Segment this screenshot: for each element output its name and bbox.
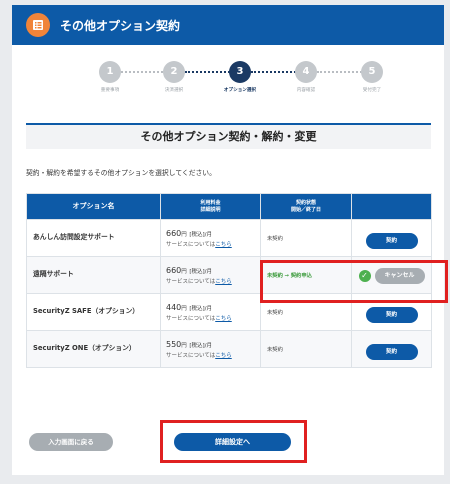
contract-button[interactable]: 契約	[365, 233, 418, 249]
step-2: 2 決済選択	[144, 61, 204, 93]
table-row: SecurityZ ONE（オプション） 550円 [税込]/月 サービスについ…	[26, 330, 432, 368]
status-header-line2: 開始／終了日	[290, 206, 321, 213]
contract-status: 未契約	[267, 236, 283, 242]
price-yen: 円	[181, 231, 187, 238]
price-value: 660	[166, 265, 182, 275]
price-yen: 円	[181, 305, 187, 312]
progress-steps: 1 重要事項 2 決済選択 3 オプション選択 4 内容確認 5 受付完了	[80, 61, 400, 101]
service-details-link[interactable]: こちら	[215, 316, 232, 322]
step-5: 5 受付完了	[342, 61, 402, 93]
step-label: オプション選択	[223, 88, 257, 93]
contract-button[interactable]: 契約	[365, 307, 418, 323]
selected-row-highlight	[260, 260, 448, 303]
option-name: SecurityZ ONE（オプション）	[26, 330, 161, 368]
column-header-action	[351, 193, 432, 220]
service-note: サービスについては	[166, 241, 216, 248]
column-header-status: 契約状態 開始／終了日	[260, 193, 352, 220]
action-cell: 契約	[351, 330, 432, 368]
table-row: あんしん訪問設定サポート 660円 [税込]/月 サービスについてはこちら 未契…	[26, 219, 432, 257]
table-header-row: オプション名 利用料金 詳細説明 契約状態 開始／終了日	[26, 193, 432, 220]
price-cell: 660円 [税込]/月 サービスについてはこちら	[160, 219, 261, 257]
price-tax: [税込]/月	[189, 268, 212, 275]
document-list-icon	[26, 13, 50, 37]
option-name: SecurityZ SAFE（オプション）	[26, 293, 161, 331]
column-header-option: オプション名	[26, 193, 161, 220]
instruction-text: 契約・解約を希望するその他オプションを選択してください。	[26, 169, 216, 177]
contract-status: 未契約	[267, 310, 283, 316]
price-value: 440	[166, 302, 182, 312]
service-note: サービスについては	[166, 315, 216, 322]
price-tax: [税込]/月	[189, 342, 212, 349]
column-header-fee: 利用料金 詳細説明	[160, 193, 261, 220]
back-button[interactable]: 入力画面に戻る	[29, 433, 113, 451]
price-value: 550	[166, 339, 182, 349]
page-title: その他オプション契約	[60, 18, 181, 33]
price-value: 660	[166, 228, 182, 238]
page-header: その他オプション契約	[12, 5, 444, 45]
step-label: 受付完了	[362, 88, 382, 93]
price-yen: 円	[181, 342, 187, 349]
service-note: サービスについては	[166, 352, 216, 359]
status-cell: 未契約	[260, 219, 352, 257]
step-label: 重要事項	[100, 88, 120, 93]
status-header-line1: 契約状態	[295, 199, 316, 206]
section-title: その他オプション契約・解約・変更	[26, 123, 431, 149]
step-number: 4	[295, 61, 317, 83]
fee-header-line1: 利用料金	[200, 199, 221, 206]
main-card: 1 重要事項 2 決済選択 3 オプション選択 4 内容確認 5 受付完了 その…	[12, 45, 448, 475]
next-button-highlight	[160, 420, 307, 463]
price-tax: [税込]/月	[189, 231, 212, 238]
service-details-link[interactable]: こちら	[215, 279, 232, 285]
fee-header-line2: 詳細説明	[200, 206, 221, 213]
step-label: 決済選択	[164, 88, 184, 93]
step-4: 4 内容確認	[276, 61, 336, 93]
price-cell: 660円 [税込]/月 サービスについてはこちら	[160, 256, 261, 294]
price-cell: 440円 [税込]/月 サービスについてはこちら	[160, 293, 261, 331]
step-number: 2	[163, 61, 185, 83]
step-number: 1	[99, 61, 121, 83]
status-cell: 未契約	[260, 330, 352, 368]
service-details-link[interactable]: こちら	[215, 353, 232, 359]
price-tax: [税込]/月	[189, 305, 212, 312]
option-name: あんしん訪問設定サポート	[26, 219, 161, 257]
price-yen: 円	[181, 268, 187, 275]
step-3: 3 オプション選択	[210, 61, 270, 93]
contract-status: 未契約	[267, 347, 283, 353]
action-cell: 契約	[351, 219, 432, 257]
service-note: サービスについては	[166, 278, 216, 285]
step-label: 内容確認	[296, 88, 316, 93]
service-details-link[interactable]: こちら	[215, 242, 232, 248]
contract-button[interactable]: 契約	[365, 344, 418, 360]
step-1: 1 重要事項	[80, 61, 140, 93]
step-number: 5	[361, 61, 383, 83]
step-number: 3	[229, 61, 251, 83]
price-cell: 550円 [税込]/月 サービスについてはこちら	[160, 330, 261, 368]
option-name: 遠隔サポート	[26, 256, 161, 294]
